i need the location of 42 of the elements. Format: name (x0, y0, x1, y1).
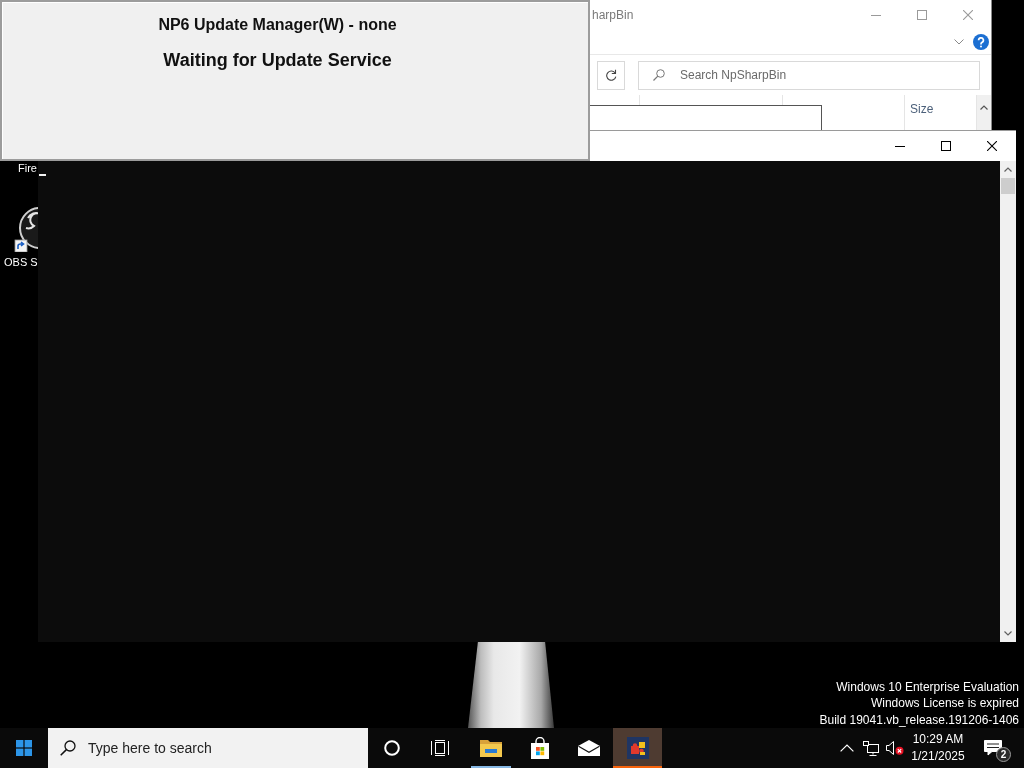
window-title: harpBin (591, 8, 635, 22)
clock-time[interactable]: 10:29 AM (912, 731, 964, 748)
chevron-down-icon (1004, 631, 1012, 636)
refresh-button[interactable] (597, 60, 625, 90)
windows-logo-icon (16, 740, 32, 756)
chevron-up-icon (980, 104, 988, 110)
system-notice-text: Windows 10 Enterprise Evaluation (835, 678, 1019, 695)
envelope-icon (577, 740, 600, 756)
notification-count: 2 (996, 747, 1011, 762)
system-notice-text: Windows License is expired (869, 695, 1019, 712)
maximize-icon (917, 10, 927, 20)
ring-icon (384, 740, 400, 756)
search-field[interactable]: Search NpSharpBin (638, 60, 980, 90)
minimize-icon (871, 14, 881, 16)
cursor-icon (39, 174, 46, 176)
chevron-up-icon (840, 744, 854, 752)
minimize-icon (895, 145, 905, 147)
close-icon (963, 10, 973, 20)
notifications-button[interactable]: 2 (969, 728, 1017, 768)
refresh-icon (605, 69, 617, 81)
desktop-icon-label[interactable]: Fire (18, 162, 37, 175)
network-icon (863, 740, 879, 756)
help-button[interactable] (973, 34, 989, 50)
taskbar-app-button[interactable] (613, 728, 662, 768)
status-text: Waiting for Update Service (163, 49, 392, 71)
chevron-up-icon (1004, 167, 1012, 172)
search-icon (60, 740, 76, 756)
help-icon (973, 34, 989, 50)
chevron-down-icon (954, 39, 964, 45)
desktop-icon-label[interactable]: OBS S (4, 256, 38, 269)
search-icon (653, 68, 665, 81)
search-field[interactable]: Type here to search (48, 728, 368, 768)
folder-icon (479, 739, 502, 757)
clock-date[interactable]: 1/21/2025 (911, 748, 965, 765)
system-notice-text: Build 19041.vb_release.191206-1406 (819, 711, 1019, 728)
task-view-icon (431, 740, 449, 756)
scrollbar-thumb[interactable] (1001, 178, 1015, 194)
puzzle-icon (626, 737, 649, 759)
shopping-bag-icon (529, 737, 550, 759)
maximize-icon (941, 141, 951, 151)
window-title: NP6 Update Manager(W) - none (158, 15, 397, 35)
close-icon (987, 141, 997, 151)
